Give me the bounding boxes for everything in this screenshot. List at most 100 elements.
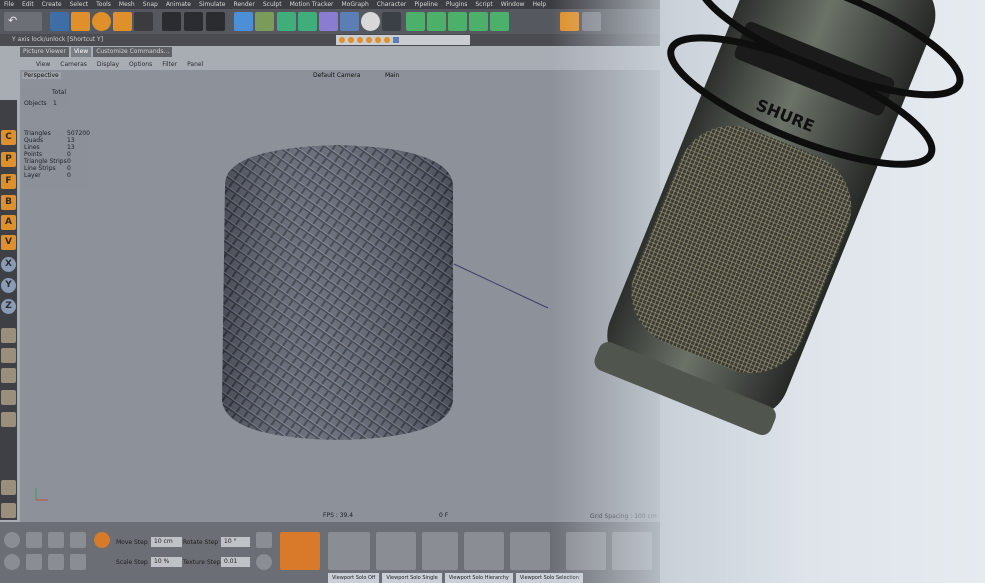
- quantize-icon[interactable]: [280, 532, 320, 570]
- rotate-icon[interactable]: [92, 12, 111, 31]
- light-icon[interactable]: [361, 12, 380, 31]
- settings-icon[interactable]: [490, 12, 509, 31]
- edge-icon[interactable]: [70, 554, 86, 570]
- palette-tool-icon[interactable]: [1, 480, 16, 495]
- render-view-icon[interactable]: [162, 12, 181, 31]
- menu-item-simulate[interactable]: Simulate: [199, 0, 226, 9]
- target-icon[interactable]: [4, 532, 20, 548]
- palette-tool-icon[interactable]: [1, 368, 16, 383]
- menu-options[interactable]: Options: [129, 60, 152, 70]
- bevel-icon[interactable]: [612, 532, 652, 570]
- menu-item-tools[interactable]: Tools: [96, 0, 111, 9]
- palette-button-f[interactable]: F: [1, 174, 16, 189]
- menu-item-script[interactable]: Script: [475, 0, 492, 9]
- menu-panel[interactable]: Panel: [187, 60, 203, 70]
- menu-item-character[interactable]: Character: [377, 0, 407, 9]
- solo-single-button[interactable]: Viewport Solo Single: [382, 573, 442, 583]
- hair-icon[interactable]: [427, 12, 446, 31]
- menu-item-file[interactable]: File: [4, 0, 14, 9]
- menu-item-mesh[interactable]: Mesh: [119, 0, 135, 9]
- tab-picture-viewer[interactable]: Picture Viewer: [20, 47, 69, 57]
- tab-view[interactable]: View: [70, 47, 92, 57]
- palette-button-v[interactable]: V: [1, 235, 16, 250]
- menu-item-mograph[interactable]: MoGraph: [342, 0, 369, 9]
- snap-icon[interactable]: [348, 37, 354, 43]
- menu-filter[interactable]: Filter: [162, 60, 177, 70]
- sculpt-icon[interactable]: [422, 532, 458, 570]
- menu-item-edit[interactable]: Edit: [22, 0, 34, 9]
- menu-item-create[interactable]: Create: [42, 0, 62, 9]
- palette-button-y[interactable]: Y: [1, 278, 16, 293]
- move-step-field[interactable]: 10 cm: [151, 537, 182, 547]
- edge-tools-icon[interactable]: [376, 532, 416, 570]
- menu-item-render[interactable]: Render: [233, 0, 254, 9]
- main-label[interactable]: Main: [385, 72, 399, 79]
- extrude-icon[interactable]: [566, 532, 606, 570]
- menu-item-motion-tracker[interactable]: Motion Tracker: [290, 0, 334, 9]
- undo-button[interactable]: ↶: [4, 12, 42, 31]
- menu-cameras[interactable]: Cameras: [60, 60, 87, 70]
- render-settings-icon[interactable]: [206, 12, 225, 31]
- menu-display[interactable]: Display: [97, 60, 119, 70]
- rotate-step-field[interactable]: 10 °: [221, 537, 250, 547]
- menu-item-snap[interactable]: Snap: [143, 0, 158, 9]
- cube-icon[interactable]: [234, 12, 253, 31]
- mesh-icon[interactable]: [26, 554, 42, 570]
- palette-button-p[interactable]: P: [1, 152, 16, 167]
- bridge-icon[interactable]: [510, 532, 550, 570]
- snap-icon[interactable]: [357, 37, 363, 43]
- palette-tool-icon[interactable]: [1, 390, 16, 405]
- polygon-tools-icon[interactable]: [328, 532, 370, 570]
- array-icon[interactable]: [298, 12, 317, 31]
- solo-hierarchy-button[interactable]: Viewport Solo Hierarchy: [444, 573, 513, 583]
- snap-icon[interactable]: [375, 37, 381, 43]
- sphere-icon[interactable]: [4, 554, 20, 570]
- pen-icon[interactable]: [255, 12, 274, 31]
- menu-view[interactable]: View: [36, 60, 50, 70]
- move-icon[interactable]: [71, 12, 90, 31]
- menu-item-help[interactable]: Help: [532, 0, 546, 9]
- subdivision-icon[interactable]: [277, 12, 296, 31]
- tab-customize-commands[interactable]: Customize Commands...: [93, 47, 173, 57]
- render-picture-icon[interactable]: [184, 12, 203, 31]
- points-icon[interactable]: [48, 554, 64, 570]
- palette-button-z[interactable]: Z: [1, 299, 16, 314]
- menu-item-window[interactable]: Window: [501, 0, 525, 9]
- menu-item-select[interactable]: Select: [70, 0, 89, 9]
- move-tool-button[interactable]: [50, 12, 69, 31]
- lock-icon[interactable]: [256, 532, 272, 548]
- scale-step-field[interactable]: 10 %: [151, 557, 182, 567]
- menu-item-sculpt[interactable]: Sculpt: [263, 0, 282, 9]
- palette-button-a[interactable]: A: [1, 215, 16, 230]
- snap-icon[interactable]: [384, 37, 390, 43]
- solo-off-button[interactable]: Viewport Solo Off: [328, 573, 380, 583]
- snap-settings-icon[interactable]: [94, 532, 110, 548]
- knife-icon[interactable]: [464, 532, 504, 570]
- menu-item-pipeline[interactable]: Pipeline: [414, 0, 437, 9]
- snap-icon[interactable]: [339, 37, 345, 43]
- palette-tool-icon[interactable]: [1, 503, 16, 518]
- palette-tool-icon[interactable]: [1, 328, 16, 343]
- menu-item-plugins[interactable]: Plugins: [446, 0, 468, 9]
- axis-icon[interactable]: [70, 532, 86, 548]
- grid-icon[interactable]: [26, 532, 42, 548]
- mograph-icon[interactable]: [469, 12, 488, 31]
- xpresso-icon[interactable]: [448, 12, 467, 31]
- mesh-object[interactable]: [222, 145, 453, 440]
- live-select-icon[interactable]: [134, 12, 153, 31]
- round-icon[interactable]: [256, 554, 272, 570]
- scale-icon[interactable]: [113, 12, 132, 31]
- snap-icon[interactable]: [393, 37, 399, 43]
- palette-button-b[interactable]: B: [1, 195, 16, 210]
- camera-icon[interactable]: [382, 12, 401, 31]
- magnet-icon[interactable]: [48, 532, 64, 548]
- snap-icon[interactable]: [366, 37, 372, 43]
- palette-button-x[interactable]: X: [1, 257, 16, 272]
- camera-label[interactable]: Default Camera: [313, 72, 360, 79]
- palette-button-c[interactable]: C: [1, 130, 16, 145]
- palette-tool-icon[interactable]: [1, 412, 16, 427]
- palette-tool-icon[interactable]: [1, 348, 16, 363]
- deformer-icon[interactable]: [319, 12, 338, 31]
- tag-icon[interactable]: [406, 12, 425, 31]
- texture-step-field[interactable]: 0.01: [221, 557, 250, 567]
